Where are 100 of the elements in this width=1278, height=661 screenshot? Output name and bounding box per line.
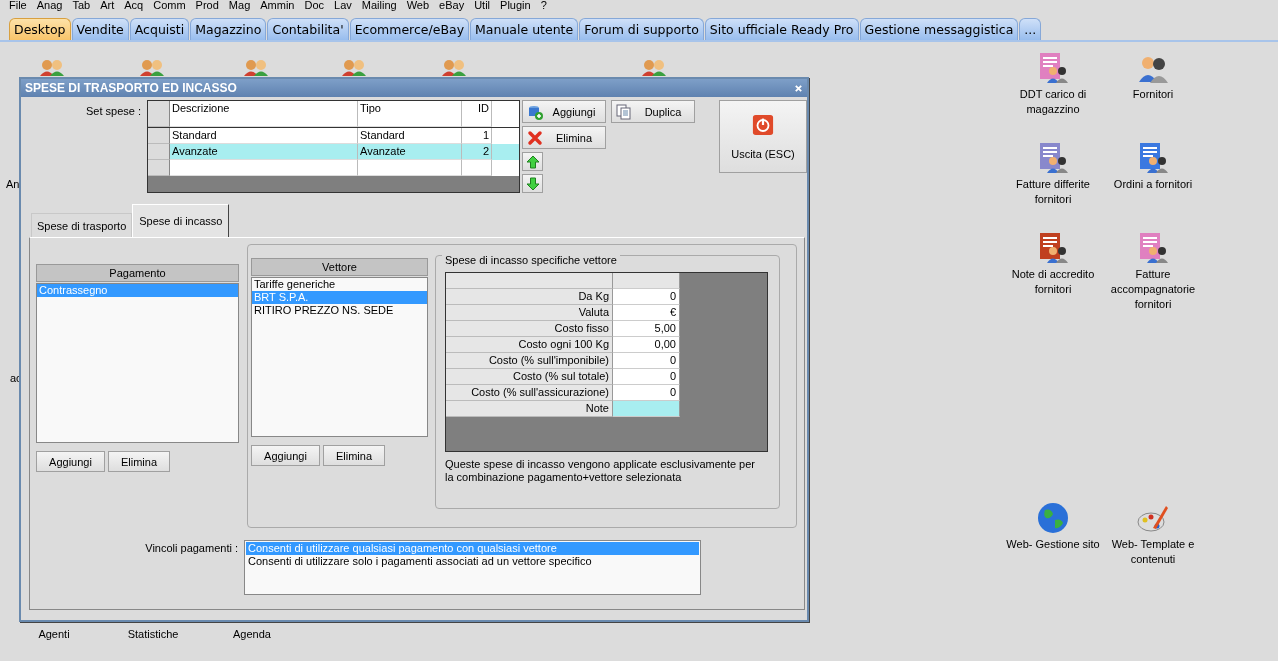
property-label: Valuta — [446, 305, 613, 321]
property-value[interactable]: 0 — [613, 353, 680, 369]
tab[interactable]: Vendite — [71, 18, 129, 40]
property-label: Costo (% sull'assicurazione) — [446, 385, 613, 401]
database-plus-icon — [527, 103, 543, 120]
tab[interactable]: ... — [1019, 18, 1042, 40]
menu-item[interactable]: Anag — [36, 0, 63, 12]
arrow-up-icon — [525, 154, 540, 169]
delete-button[interactable]: Elimina — [323, 445, 385, 466]
move-up-button[interactable] — [522, 152, 543, 171]
people-icon[interactable] — [242, 58, 270, 76]
document-people-icon[interactable] — [1037, 52, 1069, 84]
tab[interactable]: Spese di incasso — [132, 204, 230, 237]
tab[interactable]: Contabilita' — [267, 18, 349, 40]
desktop-icon-label[interactable]: Agenti — [14, 628, 94, 640]
documents-icon — [616, 103, 632, 120]
arrow-down-icon — [525, 176, 540, 191]
people-icon[interactable] — [440, 58, 468, 76]
close-icon[interactable] — [794, 83, 803, 93]
menu-item[interactable]: Mag — [228, 0, 251, 12]
property-label: Costo ogni 100 Kg — [446, 337, 613, 353]
menu-item[interactable]: Acq — [124, 0, 144, 12]
property-label: Costo (% sul totale) — [446, 369, 613, 385]
document-people-icon[interactable] — [1137, 232, 1169, 264]
menu-item[interactable]: Art — [100, 0, 115, 12]
menu-item[interactable]: ? — [540, 0, 547, 12]
delete-button[interactable]: Elimina — [108, 451, 170, 472]
menu-item[interactable]: Prod — [195, 0, 219, 12]
tab[interactable]: Magazzino — [190, 18, 267, 40]
tab[interactable]: Gestione messaggistica — [859, 18, 1019, 40]
tab[interactable]: Sito ufficiale Ready Pro — [704, 18, 859, 40]
add-button[interactable]: Aggiungi — [36, 451, 105, 472]
globe-icon[interactable] — [1037, 502, 1069, 534]
table-row[interactable]: Avanzate Avanzate 2 — [148, 144, 519, 160]
property-value[interactable]: 0 — [613, 369, 680, 385]
menu-item[interactable]: Plugin — [500, 0, 531, 12]
desktop-icon-label[interactable]: Fatture accompagnatorie fornitori — [1103, 267, 1203, 312]
property-label: Da Kg — [446, 289, 613, 305]
menu-item[interactable]: Lav — [334, 0, 352, 12]
list-header: Vettore — [251, 258, 428, 276]
people-icon[interactable] — [640, 58, 668, 76]
menu-item[interactable]: Comm — [153, 0, 186, 12]
people-icon[interactable] — [38, 58, 66, 76]
description-text: Queste spese di incasso vengono applicate esclusivamente per la combinazione pagamento+vettore selezionata — [445, 458, 757, 484]
add-button[interactable]: Aggiungi — [522, 100, 606, 123]
desktop-icon-label[interactable]: Note di accredito fornitori — [1003, 267, 1103, 297]
tab[interactable]: Spese di trasporto — [31, 213, 133, 237]
duplicate-button[interactable]: Duplica — [611, 100, 695, 123]
list-item[interactable]: Tariffe generiche — [252, 278, 427, 291]
tab[interactable]: Desktop — [9, 18, 71, 40]
document-people-icon[interactable] — [1037, 142, 1069, 174]
desktop-icon-label: An — [6, 178, 20, 190]
menu-item[interactable]: Web — [406, 0, 430, 12]
tab[interactable]: Ecommerce/eBay — [349, 18, 470, 40]
menu-item[interactable]: Tab — [72, 0, 91, 12]
move-down-button[interactable] — [522, 174, 543, 193]
menu-item[interactable]: Util — [474, 0, 491, 12]
desktop-icon-label[interactable]: DDT carico di magazzino — [1003, 87, 1103, 117]
add-button[interactable]: Aggiungi — [251, 445, 320, 466]
menu-item[interactable]: eBay — [439, 0, 465, 12]
power-icon — [752, 113, 774, 136]
group-title: Spese di incasso specifiche vettore — [442, 254, 620, 266]
column-header[interactable]: ID — [462, 101, 492, 127]
desktop-icon-label[interactable]: Ordini a fornitori — [1103, 177, 1203, 192]
x-icon — [527, 129, 543, 146]
list-box[interactable]: Consenti di utilizzare qualsiasi pagamento con qualsiasi vettore Consenti di utilizzare solo i pagamenti associati ad un vettore specifico — [244, 540, 701, 595]
list-item[interactable]: Consenti di utilizzare solo i pagamenti associati ad un vettore specifico — [246, 555, 699, 568]
property-value[interactable]: 0,00 — [613, 337, 680, 353]
property-label: Costo (% sull'imponibile) — [446, 353, 613, 369]
menu-item[interactable]: Ammin — [260, 0, 295, 12]
people-icon[interactable] — [340, 58, 368, 76]
table-row[interactable]: Standard Standard 1 — [148, 128, 519, 144]
desktop-icon-label[interactable]: Fornitori — [1103, 87, 1203, 102]
property-value[interactable]: 5,00 — [613, 321, 680, 337]
menu-item[interactable]: File — [9, 0, 27, 12]
column-header[interactable]: Tipo — [358, 101, 462, 127]
desktop-icon-label[interactable]: Agenda — [212, 628, 292, 640]
tab[interactable]: Manuale utente — [470, 18, 579, 40]
field-label: Vincoli pagamenti : — [144, 541, 238, 554]
tab[interactable]: Acquisti — [129, 18, 190, 40]
delete-button[interactable]: Elimina — [522, 126, 606, 149]
property-value[interactable]: € — [613, 305, 680, 321]
desktop-icon-label[interactable]: Web- Template e contenuti — [1103, 537, 1203, 567]
document-people-icon[interactable] — [1137, 142, 1169, 174]
property-value[interactable]: 0 — [613, 385, 680, 401]
people-icon[interactable] — [138, 58, 166, 76]
list-item[interactable]: RITIRO PREZZO NS. SEDE — [252, 304, 427, 317]
property-label: Costo fisso — [446, 321, 613, 337]
desktop-icon-label[interactable]: Statistiche — [113, 628, 193, 640]
document-people-icon[interactable] — [1037, 232, 1069, 264]
exit-button[interactable]: Uscita (ESC) — [719, 100, 807, 173]
list-box[interactable]: Tariffe generiche BRT S.P.A. RITIRO PREZZO NS. SEDE — [251, 277, 428, 437]
desktop-icon-label[interactable]: Web- Gestione sito — [1003, 537, 1103, 552]
column-header[interactable]: Descrizione — [170, 101, 358, 127]
property-value[interactable]: 0 — [613, 289, 680, 305]
desktop-icon-label[interactable]: Fatture differite fornitori — [1003, 177, 1103, 207]
menu-item[interactable]: Mailing — [361, 0, 397, 12]
menu-item[interactable]: Doc — [304, 0, 325, 12]
tab[interactable]: Forum di supporto — [579, 18, 704, 40]
field-label: Set spese : — [84, 104, 141, 117]
